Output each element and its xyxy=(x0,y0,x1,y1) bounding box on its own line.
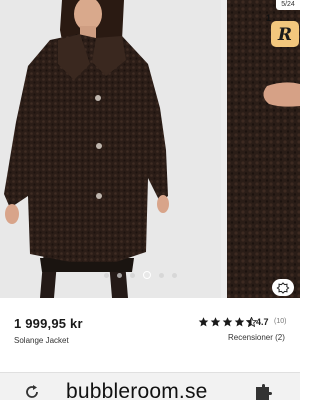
image-count-badge: 5/24 xyxy=(276,0,300,10)
brand-r-icon: R xyxy=(277,25,292,43)
product-gallery[interactable]: 5/24 1 R xyxy=(0,0,300,298)
carousel-dot[interactable] xyxy=(159,272,164,278)
product-name: Solange Jacket xyxy=(14,336,69,345)
browser-url-bar[interactable]: bubbleroom.se xyxy=(0,372,300,400)
brand-r-badge[interactable]: R xyxy=(271,21,299,47)
model-image xyxy=(0,0,221,298)
carousel-dot[interactable] xyxy=(117,272,122,278)
rating-count: (10) xyxy=(274,318,287,325)
product-photo-main[interactable] xyxy=(0,0,221,298)
carousel-dot[interactable] xyxy=(104,272,109,278)
wishlist-icon xyxy=(276,281,290,294)
star-icon xyxy=(210,317,221,327)
rating-stars[interactable] xyxy=(198,317,257,327)
star-icon xyxy=(234,317,245,327)
brand-badge-letter: R xyxy=(277,25,292,43)
rating-value: 4.7 xyxy=(256,317,269,327)
reload-icon[interactable] xyxy=(24,384,40,400)
reviews-link[interactable]: Recensioner (2) xyxy=(228,333,285,342)
star-icon xyxy=(198,317,209,327)
wishlist-button[interactable] xyxy=(272,279,294,296)
favorite-count: 1 xyxy=(266,13,272,23)
carousel-dot[interactable] xyxy=(172,272,177,278)
star-icon xyxy=(222,317,233,327)
carousel-dots xyxy=(104,271,177,279)
carousel-dot-active[interactable] xyxy=(143,271,151,279)
product-price: 1 999,95 kr xyxy=(14,316,83,331)
carousel-dot[interactable] xyxy=(130,272,135,278)
extension-icon[interactable] xyxy=(254,384,272,400)
url-text[interactable]: bubbleroom.se xyxy=(66,380,208,400)
